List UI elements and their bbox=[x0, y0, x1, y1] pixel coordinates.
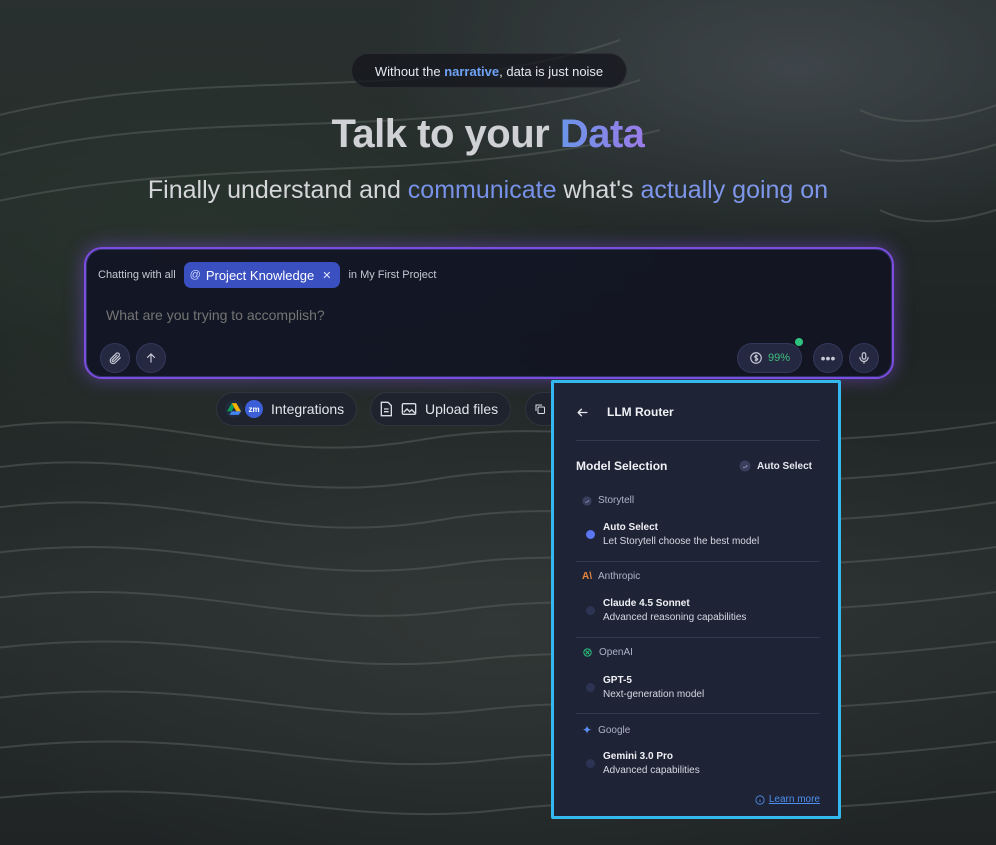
anthropic-icon: A\ bbox=[582, 571, 592, 582]
model-name: Gemini 3.0 Pro bbox=[603, 751, 674, 762]
context-prefix: Chatting with all bbox=[98, 269, 176, 281]
attach-button[interactable] bbox=[100, 343, 130, 373]
divider bbox=[576, 440, 820, 441]
google-drive-icon bbox=[225, 400, 243, 418]
subtitle-part-3: what's bbox=[556, 176, 641, 204]
project-knowledge-chip[interactable]: @ Project Knowledge ✕ bbox=[183, 262, 341, 288]
tagline-post: , data is just noise bbox=[499, 64, 604, 79]
arrow-up-icon bbox=[146, 353, 156, 363]
chip-remove-icon[interactable]: ✕ bbox=[322, 269, 331, 282]
microphone-button[interactable] bbox=[849, 343, 879, 373]
more-icon: ••• bbox=[820, 350, 836, 366]
radio-unselected[interactable] bbox=[586, 683, 595, 692]
radio-unselected[interactable] bbox=[586, 606, 595, 615]
panel-title: LLM Router bbox=[607, 405, 674, 419]
tagline-pre: Without the bbox=[374, 64, 445, 79]
model-name: GPT-5 bbox=[603, 675, 632, 686]
openai-icon bbox=[583, 648, 592, 657]
panel-header: LLM Router bbox=[576, 405, 674, 419]
title-highlight: Data bbox=[559, 112, 645, 156]
zoom-badge-icon: zm bbox=[245, 400, 263, 418]
model-selection-heading: Model Selection bbox=[576, 459, 668, 473]
title-pre: Talk to your bbox=[331, 112, 560, 156]
status-dot bbox=[795, 338, 803, 346]
more-options-button[interactable]: ••• bbox=[813, 343, 843, 373]
model-name: Auto Select bbox=[603, 522, 659, 533]
tagline-highlight: narrative bbox=[444, 64, 500, 79]
chat-context-row: Chatting with all @ Project Knowledge ✕ … bbox=[98, 262, 436, 288]
upload-files-button[interactable]: Upload files bbox=[370, 392, 512, 426]
send-button[interactable] bbox=[136, 343, 166, 373]
integrations-button[interactable]: zm Integrations bbox=[216, 392, 358, 426]
microphone-icon bbox=[859, 352, 869, 364]
prompt-input[interactable] bbox=[106, 307, 806, 323]
image-icon bbox=[401, 403, 417, 415]
model-description: Advanced capabilities bbox=[603, 765, 700, 776]
divider bbox=[576, 713, 820, 714]
back-arrow-icon[interactable] bbox=[576, 406, 589, 419]
chat-composer: Chatting with all @ Project Knowledge ✕ … bbox=[84, 247, 894, 379]
model-description: Next-generation model bbox=[603, 689, 705, 700]
llm-router-panel: LLM Router Model Selection Auto Select S… bbox=[551, 380, 841, 819]
provider-anthropic: A\ Anthropic bbox=[582, 571, 640, 582]
provider-name: OpenAI bbox=[599, 647, 633, 658]
credit-usage-button[interactable]: 99% bbox=[737, 338, 803, 373]
model-option-gpt5[interactable]: GPT-5 Next-generation model bbox=[586, 674, 704, 702]
learn-more-label: Learn more bbox=[768, 794, 820, 805]
paperclip-icon bbox=[109, 352, 121, 365]
copy-icon bbox=[535, 404, 545, 414]
provider-google: ✦ Google bbox=[582, 723, 630, 737]
divider bbox=[576, 561, 820, 562]
document-icon bbox=[380, 401, 392, 417]
current-model-label: Auto Select bbox=[756, 460, 812, 472]
model-option-claude[interactable]: Claude 4.5 Sonnet Advanced reasoning cap… bbox=[586, 597, 746, 625]
model-name: Claude 4.5 Sonnet bbox=[603, 598, 690, 609]
storytell-icon bbox=[582, 495, 592, 506]
provider-name: Google bbox=[598, 724, 631, 736]
provider-storytell: Storytell bbox=[582, 495, 634, 506]
dollar-coin-icon bbox=[750, 352, 762, 364]
provider-name: Storytell bbox=[598, 495, 635, 506]
chip-label: Project Knowledge bbox=[205, 267, 315, 283]
integrations-label: Integrations bbox=[271, 401, 345, 417]
model-option-auto-select[interactable]: Auto Select Let Storytell choose the bes… bbox=[586, 521, 759, 549]
credit-percent: 99% bbox=[767, 352, 791, 364]
divider bbox=[576, 637, 820, 638]
provider-openai: OpenAI bbox=[582, 647, 633, 658]
radio-unselected[interactable] bbox=[586, 759, 595, 768]
model-description: Let Storytell choose the best model bbox=[603, 536, 760, 547]
page-title: Talk to your Data bbox=[0, 112, 976, 157]
model-option-gemini[interactable]: Gemini 3.0 Pro Advanced capabilities bbox=[586, 750, 700, 778]
context-suffix: in My First Project bbox=[348, 269, 437, 281]
learn-more-link[interactable]: Learn more bbox=[755, 794, 820, 805]
subtitle-highlight-2: actually going on bbox=[640, 176, 829, 204]
subtitle-part-1: Finally understand and bbox=[147, 176, 408, 204]
storytell-icon bbox=[739, 460, 751, 472]
upload-label: Upload files bbox=[425, 401, 499, 417]
tagline-badge: Without the narrative, data is just nois… bbox=[351, 53, 627, 88]
at-icon: @ bbox=[189, 269, 201, 281]
model-description: Advanced reasoning capabilities bbox=[603, 612, 747, 623]
current-model-indicator[interactable]: Auto Select bbox=[739, 460, 812, 472]
page-subtitle: Finally understand and communicate what'… bbox=[0, 176, 976, 205]
radio-selected[interactable] bbox=[586, 530, 595, 539]
google-icon: ✦ bbox=[582, 723, 593, 737]
subtitle-highlight-1: communicate bbox=[407, 176, 557, 204]
info-icon bbox=[755, 794, 765, 805]
provider-name: Anthropic bbox=[598, 571, 641, 582]
